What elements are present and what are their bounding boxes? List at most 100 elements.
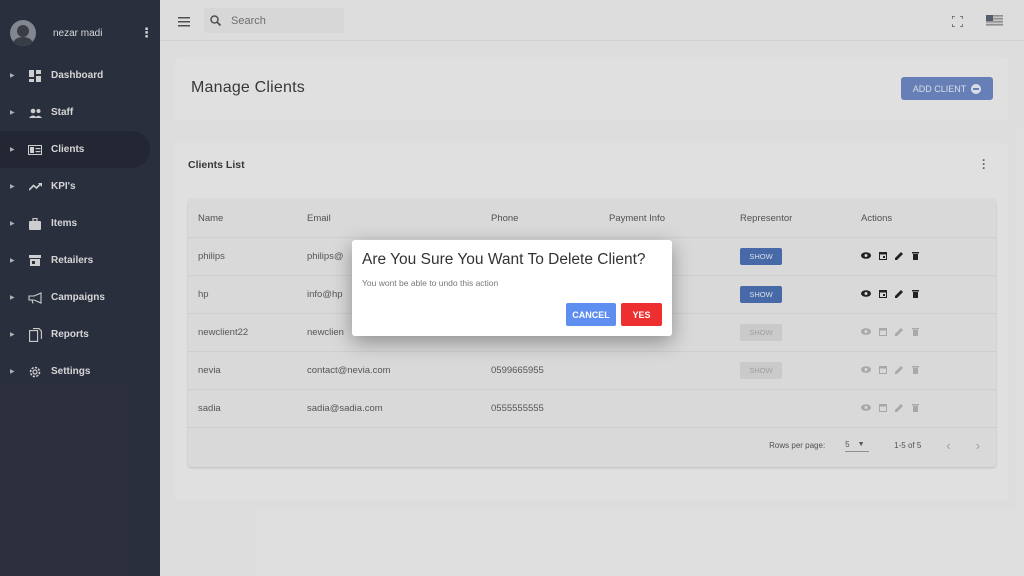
client-name: nevia	[198, 365, 221, 376]
edit-icon[interactable]	[895, 403, 904, 415]
row-actions	[861, 289, 981, 301]
column-header-email[interactable]: Email	[307, 213, 491, 224]
delete-icon[interactable]	[912, 289, 919, 301]
hamburger-menu-icon[interactable]	[178, 14, 190, 32]
confirm-yes-button[interactable]: YES	[621, 303, 662, 326]
sidebar-item-label: Clients	[51, 144, 85, 155]
sidebar-item-dashboard[interactable]: ▶ Dashboard	[0, 57, 160, 94]
pagination-range: 1-5 of 5	[894, 441, 922, 450]
sidebar-item-settings[interactable]: ▶ Settings	[0, 353, 160, 390]
list-title: Clients List	[188, 159, 245, 171]
row-actions	[861, 251, 981, 263]
sidebar-item-label: Staff	[51, 107, 74, 118]
search-icon	[210, 15, 221, 26]
edit-icon[interactable]	[895, 251, 904, 263]
table-header: Name Email Phone Payment Info Represento…	[188, 199, 996, 237]
client-name: newclient22	[198, 327, 249, 338]
edit-icon[interactable]	[895, 365, 904, 377]
calendar-icon[interactable]	[879, 289, 887, 301]
show-representor-button[interactable]: SHOW	[740, 286, 782, 303]
us-flag-icon[interactable]	[986, 15, 1003, 26]
client-name: hp	[198, 289, 209, 300]
rows-per-page-value: 5	[845, 439, 850, 449]
sidebar-nav: ▶ Dashboard ▶ Staff ▶ Clients ▶ KPI's ▶ …	[0, 57, 160, 390]
add-client-button[interactable]: ADD CLIENT	[901, 77, 993, 100]
sidebar-item-items[interactable]: ▶ Items	[0, 205, 160, 242]
calendar-icon[interactable]	[879, 365, 887, 377]
show-representor-button[interactable]: SHOW	[740, 248, 782, 265]
plus-circle-icon	[971, 83, 982, 94]
dialog-title: Are You Sure You Want To Delete Client?	[362, 251, 646, 268]
sidebar-item-retailers[interactable]: ▶ Retailers	[0, 242, 160, 279]
caret-right-icon: ▶	[10, 221, 15, 227]
megaphone-icon	[28, 291, 42, 305]
edit-icon[interactable]	[895, 289, 904, 301]
sidebar-item-clients[interactable]: ▶ Clients	[0, 131, 150, 168]
delete-icon[interactable]	[912, 251, 919, 263]
show-representor-button[interactable]: SHOW	[740, 324, 782, 341]
sidebar-item-label: Items	[51, 218, 78, 229]
delete-icon[interactable]	[912, 365, 919, 377]
sidebar-item-staff[interactable]: ▶ Staff	[0, 94, 160, 131]
calendar-icon[interactable]	[879, 403, 887, 415]
sidebar-item-campaigns[interactable]: ▶ Campaigns	[0, 279, 160, 316]
rows-per-page-select[interactable]: 5 ▼	[845, 439, 870, 452]
list-menu-icon[interactable]: · · ·	[981, 154, 987, 174]
caret-right-icon: ▶	[10, 73, 15, 79]
row-actions	[861, 365, 981, 377]
caret-right-icon: ▶	[10, 332, 15, 338]
user-menu-icon[interactable]: ⋮	[140, 26, 153, 39]
column-header-phone[interactable]: Phone	[491, 213, 609, 224]
dashboard-icon	[28, 69, 42, 83]
sidebar-item-label: Reports	[51, 329, 89, 340]
view-icon[interactable]	[861, 251, 871, 262]
user-profile: nezar madi ⋮	[10, 20, 153, 46]
people-icon	[28, 106, 42, 120]
sidebar-item-label: Settings	[51, 366, 91, 377]
row-actions	[861, 327, 981, 339]
calendar-icon[interactable]	[879, 251, 887, 263]
caret-right-icon: ▶	[10, 369, 15, 375]
cancel-button[interactable]: CANCEL	[566, 303, 616, 326]
sidebar-item-label: Retailers	[51, 255, 94, 266]
view-icon[interactable]	[861, 327, 871, 338]
sidebar-item-reports[interactable]: ▶ Reports	[0, 316, 160, 353]
client-phone: 0555555555	[491, 403, 544, 414]
next-page-icon[interactable]: ›	[976, 438, 980, 453]
caret-right-icon: ▶	[10, 184, 15, 190]
fullscreen-icon[interactable]	[951, 14, 964, 32]
calendar-icon[interactable]	[879, 327, 887, 339]
search-input[interactable]	[231, 14, 331, 27]
column-header-representor[interactable]: Representor	[740, 213, 861, 224]
column-header-name[interactable]: Name	[188, 213, 307, 224]
view-icon[interactable]	[861, 289, 871, 300]
sidebar-item-label: KPI's	[51, 181, 76, 192]
table-pagination: Rows per page: 5 ▼ 1-5 of 5 ‹ ›	[188, 427, 996, 463]
client-email: sadia@sadia.com	[307, 403, 383, 414]
delete-confirm-dialog: Are You Sure You Want To Delete Client? …	[352, 240, 672, 336]
delete-icon[interactable]	[912, 403, 919, 415]
page-title: Manage Clients	[191, 79, 305, 96]
view-icon[interactable]	[861, 365, 871, 376]
avatar[interactable]	[10, 20, 36, 46]
page-header-card: Manage Clients ADD CLIENT	[175, 57, 1008, 120]
view-icon[interactable]	[861, 403, 871, 414]
dialog-message: You wont be able to undo this action	[362, 278, 499, 288]
sidebar-item-kpis[interactable]: ▶ KPI's	[0, 168, 160, 205]
caret-right-icon: ▶	[10, 258, 15, 264]
edit-icon[interactable]	[895, 327, 904, 339]
search-box	[204, 8, 344, 33]
show-representor-button[interactable]: SHOW	[740, 362, 782, 379]
previous-page-icon[interactable]: ‹	[946, 438, 950, 453]
rows-per-page-label: Rows per page:	[769, 441, 826, 450]
table-row: sadia sadia@sadia.com 0555555555	[188, 389, 996, 427]
dropdown-arrow-icon: ▼	[857, 440, 865, 448]
sidebar-item-label: Dashboard	[51, 70, 104, 81]
delete-icon[interactable]	[912, 327, 919, 339]
column-header-payment[interactable]: Payment Info	[609, 213, 740, 224]
user-name: nezar madi	[53, 27, 103, 39]
sidebar-item-label: Campaigns	[51, 292, 105, 303]
row-actions	[861, 403, 981, 415]
caret-right-icon: ▶	[10, 147, 15, 153]
client-name: sadia	[198, 403, 221, 414]
